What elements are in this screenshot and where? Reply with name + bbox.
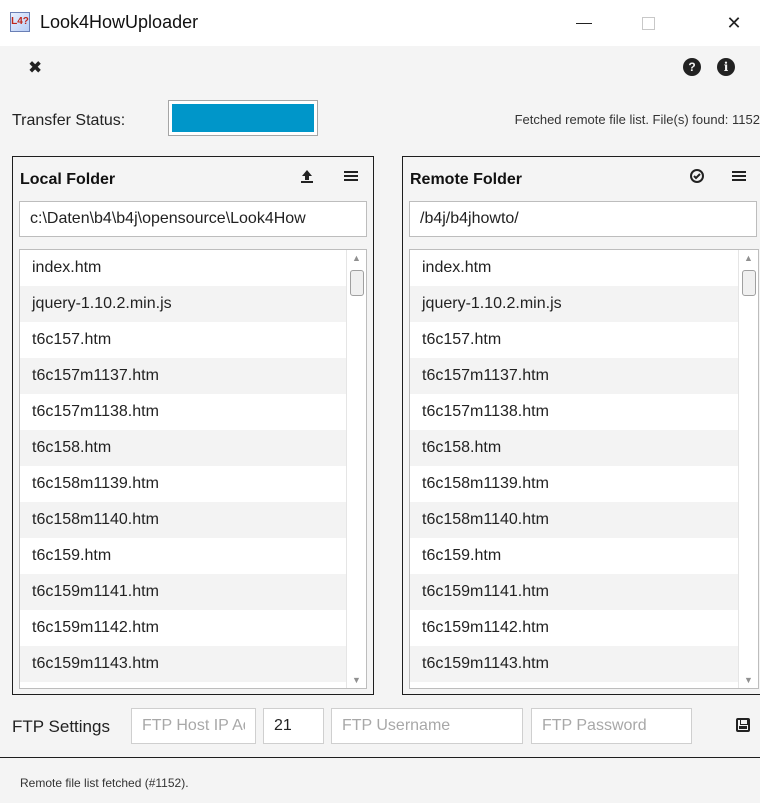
scroll-down-icon[interactable]: ▼ bbox=[739, 672, 758, 688]
scroll-up-icon[interactable]: ▲ bbox=[739, 250, 758, 266]
local-folder-panel: Local Folder c:\Daten\b4\b4j\opensource\… bbox=[12, 156, 374, 695]
file-list-item[interactable]: t6c158.htm bbox=[20, 430, 346, 466]
transfer-status-label: Transfer Status: bbox=[12, 112, 126, 129]
info-icon[interactable]: i bbox=[717, 58, 735, 76]
scroll-down-icon[interactable]: ▼ bbox=[347, 672, 366, 688]
maximize-button[interactable] bbox=[620, 0, 676, 46]
transfer-progress-bar bbox=[168, 100, 318, 136]
exit-icon[interactable]: ✖ bbox=[28, 58, 42, 78]
file-list-item[interactable]: t6c159m1143.htm bbox=[410, 646, 738, 682]
remote-folder-panel: Remote Folder /b4j/b4jhowto/ index.htm jq… bbox=[402, 156, 760, 695]
file-list-item[interactable]: t6c159m1141.htm bbox=[410, 574, 738, 610]
file-list-item[interactable]: t6c157m1138.htm bbox=[20, 394, 346, 430]
local-path-input[interactable]: c:\Daten\b4\b4j\opensource\Look4How bbox=[19, 201, 367, 237]
ftp-password-input[interactable] bbox=[531, 708, 692, 744]
file-list-item[interactable]: t6c158.htm bbox=[410, 430, 738, 466]
file-list-item[interactable]: t6c157m1138.htm bbox=[410, 394, 738, 430]
maximize-icon bbox=[641, 16, 655, 30]
local-folder-title: Local Folder bbox=[20, 171, 116, 188]
remote-menu-icon[interactable] bbox=[731, 168, 747, 189]
help-icon[interactable]: ? bbox=[683, 58, 701, 76]
local-scrollbar[interactable]: ▲ ▼ bbox=[346, 250, 366, 688]
status-bar: Remote file list fetched (#1152). bbox=[0, 757, 760, 803]
file-list-item[interactable]: index.htm bbox=[410, 250, 738, 286]
file-list-item[interactable]: t6c157m1137.htm bbox=[20, 358, 346, 394]
remote-file-list[interactable]: index.htm jquery-1.10.2.min.js t6c157.htm t… bbox=[409, 249, 759, 689]
file-list-item[interactable]: t6c158m1140.htm bbox=[20, 502, 346, 538]
status-message: Remote file list fetched (#1152). bbox=[20, 776, 189, 790]
local-file-list[interactable]: index.htm jquery-1.10.2.min.js t6c157.htm t… bbox=[19, 249, 367, 689]
file-list-item[interactable]: t6c159m1142.htm bbox=[20, 610, 346, 646]
scroll-thumb[interactable] bbox=[350, 270, 364, 296]
main-content: ✖ ? i Transfer Status: Fetched remote fi… bbox=[0, 46, 760, 757]
file-list-item[interactable]: t6c158m1139.htm bbox=[410, 466, 738, 502]
remote-folder-title: Remote Folder bbox=[410, 171, 523, 188]
app-icon: L4? bbox=[10, 12, 30, 32]
file-list-item[interactable]: t6c157.htm bbox=[410, 322, 738, 358]
transfer-status-message: Fetched remote file list. File(s) found:… bbox=[514, 112, 760, 127]
scroll-up-icon[interactable]: ▲ bbox=[347, 250, 366, 266]
minimize-icon bbox=[576, 22, 592, 24]
file-list-item[interactable]: t6c158m1139.htm bbox=[20, 466, 346, 502]
save-icon[interactable] bbox=[736, 718, 750, 732]
file-list-item[interactable]: index.htm bbox=[20, 250, 346, 286]
file-list-item[interactable]: t6c159.htm bbox=[410, 538, 738, 574]
ftp-port-input[interactable] bbox=[263, 708, 324, 744]
remote-scrollbar[interactable]: ▲ ▼ bbox=[738, 250, 758, 688]
minimize-button[interactable] bbox=[556, 0, 612, 46]
window-title: Look4HowUploader bbox=[40, 12, 199, 32]
remote-path-input[interactable]: /b4j/b4jhowto/ bbox=[409, 201, 757, 237]
file-list-item[interactable]: jquery-1.10.2.min.js bbox=[410, 286, 738, 322]
scroll-thumb[interactable] bbox=[742, 270, 756, 296]
file-list-item[interactable]: t6c157m1137.htm bbox=[410, 358, 738, 394]
file-list-item[interactable]: jquery-1.10.2.min.js bbox=[20, 286, 346, 322]
file-list-item[interactable]: t6c157.htm bbox=[20, 322, 346, 358]
file-list-item[interactable]: t6c159m1143.htm bbox=[20, 646, 346, 682]
window-close-button[interactable]: ✕ bbox=[706, 0, 760, 46]
close-icon: ✕ bbox=[726, 12, 742, 33]
check-circle-icon[interactable] bbox=[689, 168, 705, 189]
local-menu-icon[interactable] bbox=[343, 168, 359, 189]
file-list-item[interactable]: t6c158m1140.htm bbox=[410, 502, 738, 538]
ftp-host-input[interactable] bbox=[131, 708, 256, 744]
ftp-settings-label: FTP Settings bbox=[12, 717, 110, 736]
file-list-item[interactable]: t6c159.htm bbox=[20, 538, 346, 574]
file-list-item[interactable]: t6c159m1141.htm bbox=[20, 574, 346, 610]
ftp-username-input[interactable] bbox=[331, 708, 523, 744]
upload-icon[interactable] bbox=[299, 168, 315, 189]
file-list-item[interactable]: t6c159m1142.htm bbox=[410, 610, 738, 646]
title-bar: L4? Look4HowUploader ✕ bbox=[0, 0, 760, 46]
progress-fill bbox=[172, 104, 314, 132]
